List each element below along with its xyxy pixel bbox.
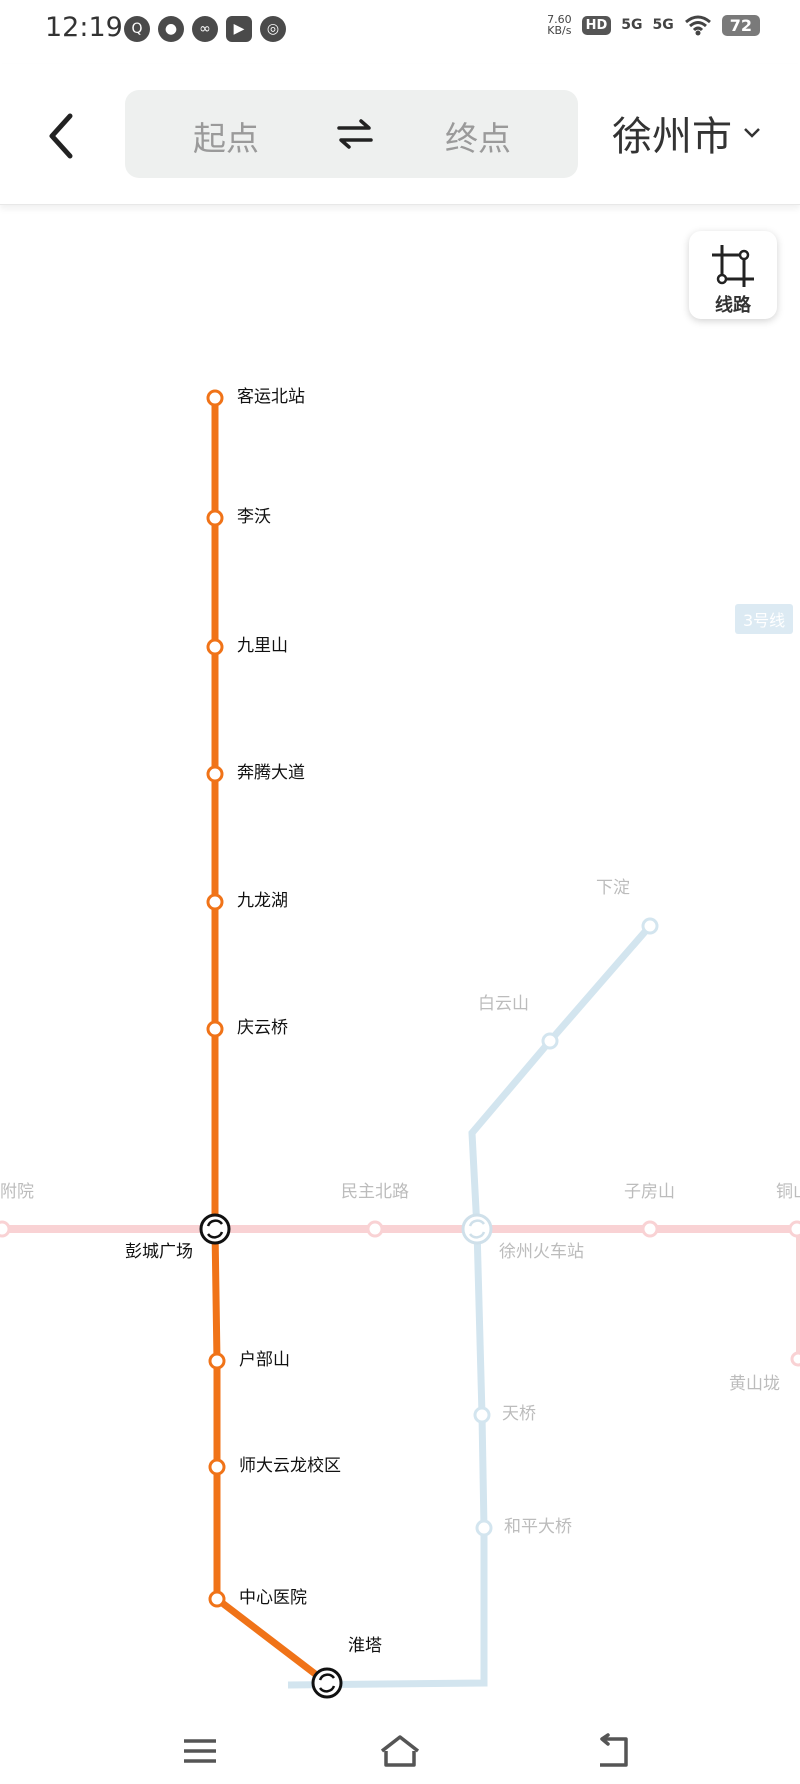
station-dot xyxy=(208,1458,226,1476)
start-field[interactable]: 起点 xyxy=(193,112,259,160)
notification-icons: Q ● ∞ ▶ ◎ xyxy=(124,16,286,42)
wifi-icon xyxy=(684,15,711,36)
app-icon: ◎ xyxy=(260,16,286,42)
station-label: 淮塔 xyxy=(348,1636,382,1656)
route-search-box: 起点 终点 xyxy=(125,90,578,178)
station-label: 附院 xyxy=(0,1182,34,1202)
station-dot xyxy=(788,1220,800,1238)
station-dot xyxy=(206,765,224,783)
link-icon: ∞ xyxy=(192,16,218,42)
station-label: 铜山 xyxy=(776,1182,800,1202)
station-label: 白云山 xyxy=(478,994,529,1014)
message-icon: ● xyxy=(158,16,184,42)
line3-track xyxy=(287,923,653,1689)
city-label: 徐州市 xyxy=(612,114,732,160)
station-dot xyxy=(208,1590,226,1608)
hd-icon: HD xyxy=(581,15,612,35)
line3-tag[interactable]: 3号线 xyxy=(735,604,794,634)
station-dot xyxy=(473,1406,491,1424)
station-dot xyxy=(208,1352,226,1370)
route-crop-icon xyxy=(712,245,754,287)
station-dot xyxy=(366,1220,384,1238)
city-selector[interactable]: 徐州市 xyxy=(612,104,762,162)
network-speed: 7.60 KB/s xyxy=(547,13,572,37)
station-label: 九里山 xyxy=(237,636,288,656)
transfer-cycle-icon xyxy=(461,1213,493,1245)
station-dot xyxy=(206,638,224,656)
battery-icon: 72 xyxy=(721,14,760,36)
station-label: 师大云龙校区 xyxy=(239,1456,341,1476)
station-dot xyxy=(641,1220,659,1238)
station-label: 子房山 xyxy=(624,1182,675,1202)
station-dot xyxy=(0,1220,11,1238)
route-button-label: 线路 xyxy=(715,295,751,316)
station-label: 彭城广场 xyxy=(125,1242,193,1262)
transfer-cycle-icon xyxy=(199,1213,231,1245)
return-icon[interactable] xyxy=(590,1731,634,1771)
chevron-down-icon xyxy=(744,128,760,138)
station-dot xyxy=(206,893,224,911)
station-label: 民主北路 xyxy=(341,1182,409,1202)
status-time: 12:19 xyxy=(45,12,123,43)
station-label: 九龙湖 xyxy=(237,891,288,911)
station-dot xyxy=(206,1020,224,1038)
station-label: 奔腾大道 xyxy=(237,763,305,783)
back-button[interactable] xyxy=(40,108,86,164)
station-label: 庆云桥 xyxy=(237,1018,288,1038)
swap-icon[interactable] xyxy=(335,116,375,152)
navigation-bar xyxy=(0,1723,800,1784)
station-label: 徐州火车站 xyxy=(499,1242,584,1262)
system-icons: 7.60 KB/s HD 5G 5G 72 xyxy=(547,14,760,36)
signal-5g-icon: 5G xyxy=(652,17,674,33)
station-label: 下淀 xyxy=(596,878,630,898)
station-label: 户部山 xyxy=(239,1350,290,1370)
metro-map-canvas: 客运北站 李沃 九里山 奔腾大道 九龙湖 庆云桥 彭城广场 户部山 师大云龙校区… xyxy=(0,387,800,1699)
station-dot xyxy=(475,1519,493,1537)
top-bar: 起点 终点 徐州市 xyxy=(0,64,800,205)
status-bar: 12:19 Q ● ∞ ▶ ◎ 7.60 KB/s HD 5G 5G 72 xyxy=(0,0,800,64)
line1-track xyxy=(211,398,330,1686)
transfer-cycle-icon xyxy=(311,1667,343,1699)
station-label: 中心医院 xyxy=(239,1588,307,1608)
station-dot xyxy=(206,389,224,407)
end-field[interactable]: 终点 xyxy=(445,112,511,160)
station-label: 李沃 xyxy=(237,507,271,527)
station-dot xyxy=(641,917,659,935)
station-label: 黄山垅 xyxy=(729,1374,780,1394)
qq-icon: Q xyxy=(124,16,150,42)
route-button[interactable]: 线路 xyxy=(689,231,777,319)
station-label: 客运北站 xyxy=(237,387,305,407)
play-icon: ▶ xyxy=(226,16,252,42)
station-dot xyxy=(541,1032,559,1050)
metro-map[interactable]: 客运北站 李沃 九里山 奔腾大道 九龙湖 庆云桥 彭城广场 户部山 师大云龙校区… xyxy=(0,205,800,1723)
menu-icon[interactable] xyxy=(178,1731,222,1771)
station-dot xyxy=(206,509,224,527)
station-label: 天桥 xyxy=(502,1404,536,1424)
station-dot xyxy=(790,1351,800,1367)
station-label: 和平大桥 xyxy=(504,1517,572,1537)
signal-5g-icon: 5G xyxy=(621,17,643,33)
home-icon[interactable] xyxy=(378,1731,422,1771)
